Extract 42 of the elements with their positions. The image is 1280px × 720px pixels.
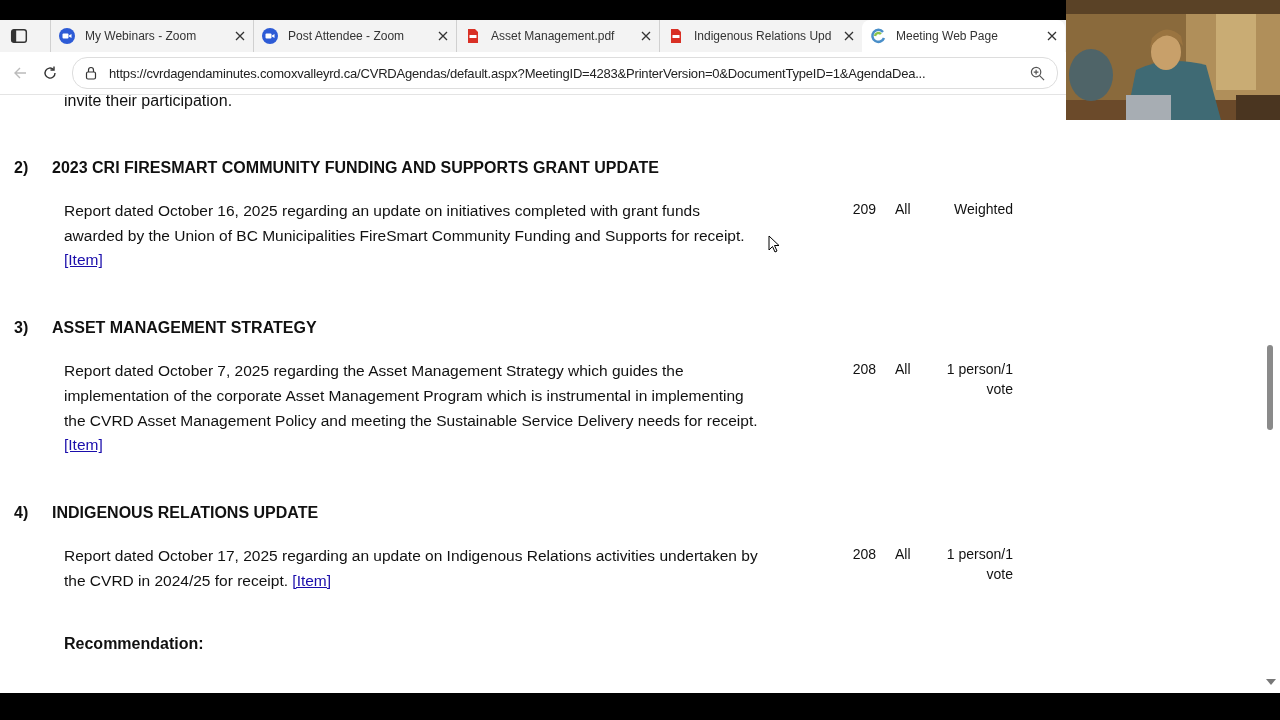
voters-text: All	[895, 360, 912, 380]
page-number: 209	[851, 200, 876, 219]
close-icon[interactable]	[844, 31, 854, 41]
lock-icon	[85, 66, 97, 80]
item-number: 3)	[14, 319, 30, 338]
vote-type: Weighted	[953, 200, 1013, 219]
tab-actions-icon[interactable]	[10, 27, 28, 45]
item-number: 4)	[14, 503, 30, 522]
cursor-icon	[768, 235, 780, 253]
item-title: 2023 CRI FIRESMART COMMUNITY FUNDING AND SUPPORTS GRANT UPDATE	[52, 159, 659, 177]
page-number: 208	[851, 360, 876, 380]
close-icon[interactable]	[641, 31, 651, 41]
report-text: Report dated October 7, 2025 regarding the Asset Management Strategy which guides the implementation of the corporate Asset Management Program which is instrumental in implementing the CVRD Asset Management Policy and meeting the Sustainable Service Delivery needs for receipt. [Item]	[64, 361, 759, 456]
pdf-file-icon	[668, 28, 684, 44]
report-text: Report dated October 16, 2025 regarding an update on initiatives completed with grant funds awarded by the Union of BC Municipalities FireSmart Community Funding and Supports for receipt. [Item]	[64, 201, 746, 271]
item-title: INDIGENOUS RELATIONS UPDATE	[52, 503, 319, 522]
vote-type: 1 person/1 vote	[945, 360, 1013, 400]
recommendation-heading: Recommendation:	[64, 635, 205, 654]
swirl-logo-icon	[870, 28, 886, 44]
scrollbar-thumb[interactable]	[1267, 345, 1273, 430]
reload-icon[interactable]	[42, 65, 58, 81]
item-title: ASSET MANAGEMENT STRATEGY	[52, 319, 317, 338]
scroll-down-icon[interactable]	[1266, 679, 1276, 685]
item-number: 2)	[14, 159, 30, 177]
vote-type: 1 person/1 vote	[945, 544, 1013, 584]
paragraph-text: invite their participation.	[64, 95, 234, 111]
item-link[interactable]: [Item]	[64, 251, 103, 269]
voters-text: All	[895, 200, 912, 219]
page-number: 208	[851, 544, 876, 564]
address-bar[interactable]: https://cvrdagendaminutes.comoxvalleyrd.ca/CVRDAgendas/default.aspx?MeetingID=4283&PrinterVersion=0&DocumentTypeID=1&AgendaDea...	[72, 57, 1058, 89]
video-camera-icon	[59, 28, 75, 44]
pdf-file-icon	[465, 28, 481, 44]
zoom-icon[interactable]	[1030, 65, 1045, 81]
item-link[interactable]: [Item]	[292, 571, 332, 589]
browser-tab[interactable]: Meeting Web Page	[862, 20, 1065, 52]
close-icon[interactable]	[1047, 31, 1057, 41]
voters-text: All	[895, 544, 912, 564]
item-link[interactable]: [Item]	[64, 436, 103, 454]
close-icon[interactable]	[438, 31, 448, 41]
report-text: Report dated October 17, 2025 regarding an update on Indigenous Relations activities undertaken by the CVRD in 2024/25 for receipt. [Item]	[64, 545, 759, 591]
video-camera-icon	[262, 28, 278, 44]
close-icon[interactable]	[235, 31, 245, 41]
